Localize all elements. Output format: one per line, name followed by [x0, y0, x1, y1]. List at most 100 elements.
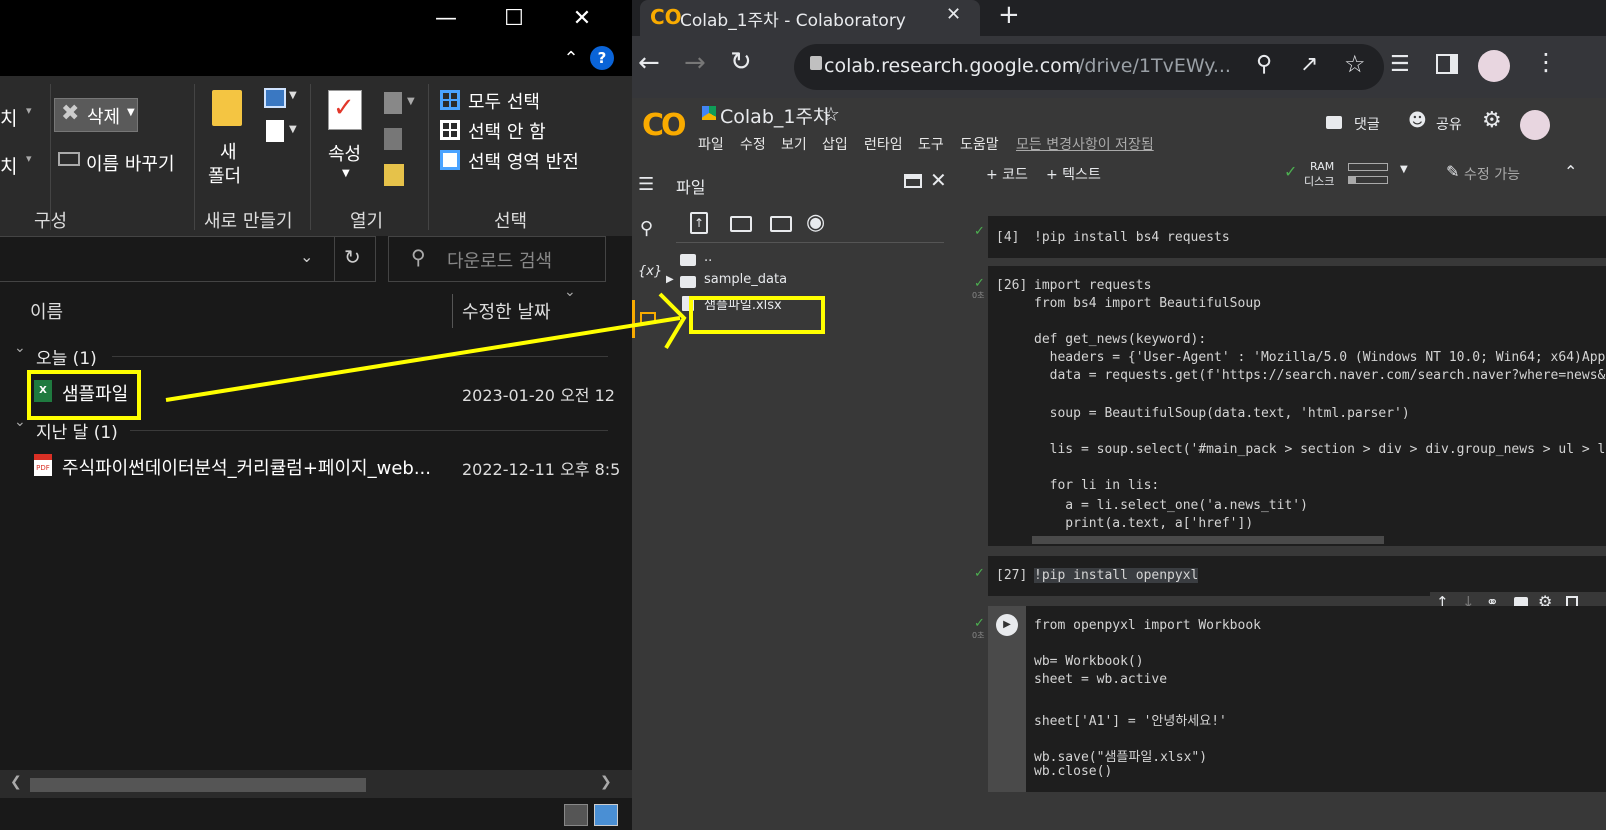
- add-text-button[interactable]: + 텍스트: [1046, 164, 1101, 184]
- cell-scrollbar-thumb[interactable]: [1032, 536, 1384, 544]
- file-row[interactable]: PDF 주식파이썬데이터분석_커리큘럼+페이지_web... 2022-12-1…: [28, 448, 632, 482]
- upload-icon[interactable]: ↑: [690, 212, 708, 234]
- add-code-button[interactable]: + 코드: [986, 164, 1028, 184]
- edit-icon[interactable]: [384, 128, 402, 150]
- column-header-name[interactable]: 이름: [30, 298, 63, 324]
- group-label: 오늘 (1): [36, 349, 97, 369]
- invert-selection-button[interactable]: 선택 영역 반전: [440, 148, 610, 174]
- easy-access-icon[interactable]: [266, 120, 284, 142]
- scroll-left-icon[interactable]: ❮: [10, 774, 22, 790]
- folder-up-icon: [680, 254, 696, 266]
- code-cell[interactable]: ✓ 0초 ▶ from openpyxl import Workbook wb=…: [968, 606, 1606, 792]
- open-in-tab-icon[interactable]: [904, 174, 922, 188]
- pencil-icon: ✎: [1446, 162, 1460, 181]
- forward-icon[interactable]: →: [684, 50, 706, 76]
- group-header-today[interactable]: ⌄ 오늘 (1): [12, 340, 612, 369]
- media-control-icon[interactable]: ☰: [1390, 52, 1410, 77]
- colab-logo-icon[interactable]: CO: [642, 108, 686, 143]
- files-folder-icon[interactable]: [640, 312, 656, 324]
- variables-icon[interactable]: {x}: [638, 264, 662, 279]
- file-date: 2023-01-20 오전 12: [462, 386, 615, 405]
- open-icon[interactable]: [384, 92, 402, 114]
- code-cell[interactable]: ✓ 0초 [26] import requests from bs4 impor…: [968, 266, 1606, 546]
- ram-usage-bar[interactable]: [1348, 163, 1388, 171]
- details-view-icon[interactable]: [564, 804, 588, 826]
- rename-button[interactable]: 이름 바꾸기: [58, 146, 198, 178]
- tree-item-parent[interactable]: ..: [676, 250, 936, 272]
- bookmark-star-icon[interactable]: ☆: [1344, 50, 1366, 78]
- scrollbar-thumb[interactable]: [30, 778, 366, 792]
- toc-icon[interactable]: ☰: [638, 174, 654, 195]
- back-icon[interactable]: ←: [638, 50, 660, 76]
- omnibox[interactable]: colab.research.google.com /drive/1TvEWy.…: [794, 44, 1384, 90]
- close-panel-icon[interactable]: ✕: [930, 168, 947, 192]
- chevron-down-icon[interactable]: ⌄: [300, 247, 313, 266]
- ribbon-divider: [310, 84, 311, 230]
- tab-close-icon[interactable]: ✕: [946, 4, 961, 25]
- scroll-right-icon[interactable]: ❯: [600, 774, 612, 790]
- disk-usage-bar[interactable]: [1348, 176, 1388, 184]
- browser-tab[interactable]: CO Colab_1주차 - Colaboratory ✕: [640, 0, 980, 36]
- share-button[interactable]: ☻ 공유: [1408, 110, 1478, 138]
- comment-button[interactable]: 댓글: [1326, 114, 1406, 138]
- notebook-title[interactable]: Colab_1주차: [720, 102, 830, 129]
- collapse-header-icon[interactable]: ⌃: [1564, 162, 1577, 181]
- resources-dropdown-icon[interactable]: ▼: [1400, 164, 1408, 175]
- refresh-icon[interactable]: ↻: [344, 245, 361, 269]
- chevron-up-icon[interactable]: ⌃: [558, 46, 584, 70]
- tree-item-label: ..: [704, 250, 713, 265]
- refresh-folder-icon[interactable]: [730, 216, 752, 232]
- side-panel-icon[interactable]: [1436, 54, 1458, 74]
- zoom-icon[interactable]: ⚲: [1256, 52, 1272, 77]
- settings-gear-icon[interactable]: ⚙: [1482, 108, 1502, 133]
- cell-editor[interactable]: [4] !pip install bs4 requests: [988, 216, 1606, 258]
- menu-help[interactable]: 도움말: [960, 134, 999, 154]
- new-item-icon[interactable]: [264, 88, 286, 108]
- menu-file[interactable]: 파일: [698, 134, 724, 154]
- account-avatar[interactable]: [1520, 110, 1550, 140]
- tree-item-folder[interactable]: ▶ sample_data: [660, 272, 940, 294]
- column-header-modified[interactable]: 수정한 날짜: [462, 298, 551, 324]
- kebab-menu-icon[interactable]: ⋮: [1534, 48, 1558, 76]
- maximize-icon[interactable]: ☐: [494, 0, 534, 38]
- star-icon[interactable]: ☆: [822, 102, 840, 126]
- reload-icon[interactable]: ↻: [730, 48, 752, 76]
- ribbon-cut-label[interactable]: 치: [0, 104, 17, 131]
- large-icons-view-icon[interactable]: [594, 804, 618, 826]
- minimize-icon[interactable]: —: [426, 0, 466, 38]
- new-tab-icon[interactable]: +: [998, 0, 1020, 30]
- group-divider: [130, 430, 608, 431]
- address-bar[interactable]: ⌄ ↻: [0, 236, 376, 282]
- new-folder-button[interactable]: 새 폴더: [204, 86, 252, 190]
- menu-insert[interactable]: 삽입: [822, 134, 848, 154]
- delete-button[interactable]: ✖ 삭제 ▼: [54, 98, 138, 132]
- horizontal-scrollbar[interactable]: ❮ ❯: [0, 770, 632, 798]
- share-icon[interactable]: ↗: [1300, 52, 1318, 77]
- code-cell[interactable]: ✓ [4] !pip install bs4 requests: [968, 216, 1606, 258]
- select-all-button[interactable]: 모두 선택: [440, 88, 600, 114]
- cell-editor[interactable]: from openpyxl import Workbook wb= Workbo…: [1026, 606, 1606, 792]
- ribbon-copy-label[interactable]: 치: [0, 152, 17, 179]
- edit-mode-label[interactable]: 수정 가능: [1464, 164, 1520, 184]
- help-icon[interactable]: ?: [590, 46, 614, 70]
- menu-runtime[interactable]: 런타임: [864, 134, 903, 154]
- history-icon[interactable]: [384, 164, 404, 186]
- profile-avatar[interactable]: [1478, 50, 1510, 82]
- hide-files-icon[interactable]: ◉: [806, 210, 825, 235]
- menu-edit[interactable]: 수정: [740, 134, 766, 154]
- properties-button[interactable]: ✓ 속성 ▼: [322, 88, 372, 196]
- close-icon[interactable]: ✕: [562, 0, 602, 38]
- search-box[interactable]: ⚲ 다운로드 검색: [388, 236, 606, 282]
- expand-caret-icon[interactable]: ▶: [666, 274, 674, 285]
- code-cell[interactable]: ✓ [27] !pip install openpyxl: [968, 556, 1606, 596]
- menu-view[interactable]: 보기: [781, 134, 807, 154]
- run-cell-icon[interactable]: ▶: [996, 614, 1018, 636]
- group-header-last-month[interactable]: ⌄ 지난 달 (1): [12, 414, 612, 443]
- cell-editor[interactable]: [26] import requests from bs4 import Bea…: [988, 266, 1606, 546]
- search-icon[interactable]: ⚲: [640, 218, 653, 239]
- menu-tools[interactable]: 도구: [918, 134, 944, 154]
- save-status[interactable]: 모든 변경사항이 저장됨: [1016, 134, 1154, 154]
- cell-editor[interactable]: [27] !pip install openpyxl: [988, 556, 1606, 596]
- mount-drive-icon[interactable]: [770, 216, 792, 232]
- select-none-button[interactable]: 선택 안 함: [440, 118, 600, 144]
